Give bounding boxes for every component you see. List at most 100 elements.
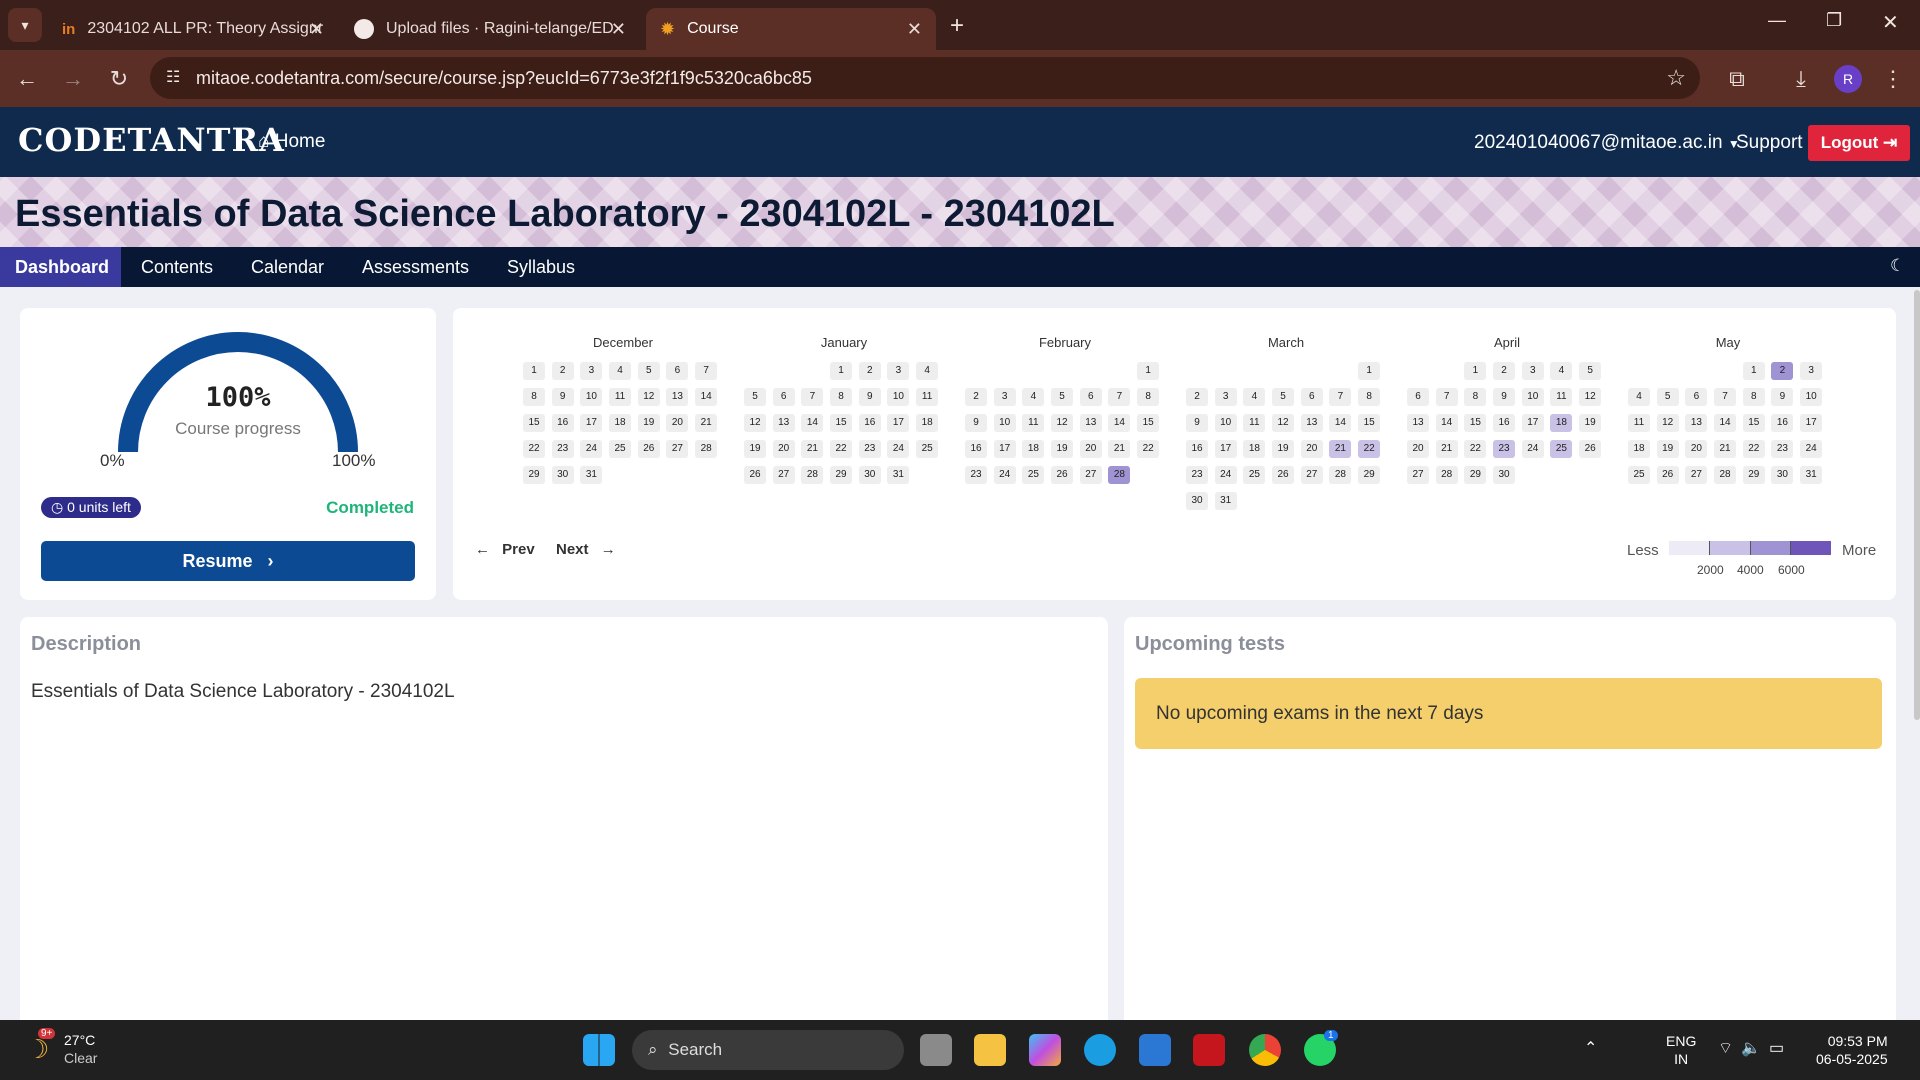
tab-assessments[interactable]: Assessments bbox=[347, 247, 484, 287]
day-cell[interactable]: 25 bbox=[916, 440, 939, 458]
windows-start-icon[interactable] bbox=[583, 1034, 615, 1066]
day-cell[interactable]: 16 bbox=[1771, 414, 1794, 432]
day-cell[interactable]: 28 bbox=[1435, 466, 1458, 484]
bookmark-star-icon[interactable]: ☆ bbox=[1666, 57, 1686, 99]
day-cell[interactable]: 28 bbox=[1714, 466, 1737, 484]
day-cell[interactable]: 28 bbox=[695, 440, 718, 458]
day-cell[interactable]: 17 bbox=[1800, 414, 1823, 432]
day-cell[interactable]: 2 bbox=[965, 388, 987, 406]
day-cell[interactable]: 18 bbox=[1022, 440, 1045, 458]
day-cell[interactable]: 1 bbox=[1358, 362, 1381, 380]
day-cell[interactable]: 1 bbox=[1464, 362, 1487, 380]
close-icon[interactable]: ✕ bbox=[309, 19, 324, 40]
tray-chevron-icon[interactable]: ⌃ bbox=[1584, 1038, 1597, 1058]
day-cell[interactable]: 22 bbox=[1464, 440, 1487, 458]
day-cell[interactable]: 19 bbox=[637, 414, 660, 432]
home-link[interactable]: ⌂ Home bbox=[258, 131, 325, 153]
day-cell[interactable]: 19 bbox=[1272, 440, 1295, 458]
day-cell[interactable]: 17 bbox=[1214, 440, 1237, 458]
day-cell[interactable]: 7 bbox=[695, 362, 718, 380]
day-cell[interactable]: 5 bbox=[744, 388, 766, 406]
url-bar[interactable]: ☷ mitaoe.codetantra.com/secure/course.js… bbox=[150, 57, 1700, 99]
day-cell[interactable]: 27 bbox=[772, 466, 795, 484]
day-cell[interactable]: 4 bbox=[1022, 388, 1045, 406]
day-cell[interactable]: 8 bbox=[1464, 388, 1487, 406]
day-cell[interactable]: 9 bbox=[965, 414, 987, 432]
day-cell[interactable]: 6 bbox=[772, 388, 795, 406]
day-cell[interactable]: 14 bbox=[1714, 414, 1737, 432]
day-cell[interactable]: 23 bbox=[1771, 440, 1794, 458]
day-cell[interactable]: 15 bbox=[1137, 414, 1160, 432]
day-cell[interactable]: 1 bbox=[1742, 362, 1765, 380]
day-cell[interactable]: 2 bbox=[858, 362, 881, 380]
day-cell[interactable]: 4 bbox=[609, 362, 632, 380]
store-icon[interactable] bbox=[1139, 1034, 1171, 1066]
day-cell[interactable]: 28 bbox=[801, 466, 824, 484]
profile-avatar[interactable]: R bbox=[1834, 65, 1862, 93]
day-cell[interactable]: 26 bbox=[744, 466, 766, 484]
day-cell[interactable]: 4 bbox=[1243, 388, 1266, 406]
day-cell[interactable]: 4 bbox=[916, 362, 939, 380]
day-cell[interactable]: 7 bbox=[1329, 388, 1352, 406]
extensions-icon[interactable]: ⧉ bbox=[1722, 64, 1752, 94]
copilot-icon[interactable] bbox=[1029, 1034, 1061, 1066]
day-cell[interactable]: 10 bbox=[887, 388, 910, 406]
menu-kebab-icon[interactable]: ⋮ bbox=[1878, 64, 1908, 94]
edge-icon[interactable] bbox=[1084, 1034, 1116, 1066]
network-volume-battery[interactable]: ⌔🔈▭ bbox=[1718, 1038, 1792, 1058]
day-cell[interactable]: 14 bbox=[801, 414, 824, 432]
day-cell[interactable]: 1 bbox=[1137, 362, 1160, 380]
tab-search-button[interactable]: ▾ bbox=[8, 8, 42, 42]
weather-widget[interactable]: ☽ 9+ 27°C Clear bbox=[22, 1028, 112, 1070]
day-cell[interactable]: 19 bbox=[1051, 440, 1074, 458]
day-cell[interactable]: 11 bbox=[609, 388, 632, 406]
day-cell[interactable]: 13 bbox=[1407, 414, 1429, 432]
day-cell[interactable]: 13 bbox=[1685, 414, 1708, 432]
day-cell[interactable]: 9 bbox=[1493, 388, 1516, 406]
day-cell[interactable]: 30 bbox=[1186, 492, 1208, 510]
day-cell[interactable]: 28 bbox=[1108, 466, 1131, 484]
day-cell[interactable]: 20 bbox=[666, 414, 689, 432]
day-cell[interactable]: 9 bbox=[551, 388, 574, 406]
day-cell[interactable]: 18 bbox=[1550, 414, 1573, 432]
taskbar-search[interactable]: ⌕ Search bbox=[632, 1030, 904, 1070]
day-cell[interactable]: 21 bbox=[695, 414, 718, 432]
day-cell[interactable]: 6 bbox=[666, 362, 689, 380]
day-cell[interactable]: 24 bbox=[993, 466, 1016, 484]
day-cell[interactable]: 8 bbox=[1137, 388, 1160, 406]
minimize-button[interactable]: — bbox=[1768, 10, 1786, 31]
day-cell[interactable]: 20 bbox=[1407, 440, 1429, 458]
day-cell[interactable]: 3 bbox=[580, 362, 603, 380]
day-cell[interactable]: 15 bbox=[523, 414, 545, 432]
day-cell[interactable]: 26 bbox=[1272, 466, 1295, 484]
day-cell[interactable]: 24 bbox=[580, 440, 603, 458]
day-cell[interactable]: 8 bbox=[830, 388, 853, 406]
day-cell[interactable]: 6 bbox=[1079, 388, 1102, 406]
day-cell[interactable]: 5 bbox=[1051, 388, 1074, 406]
day-cell[interactable]: 26 bbox=[1051, 466, 1074, 484]
day-cell[interactable]: 14 bbox=[1329, 414, 1352, 432]
day-cell[interactable]: 24 bbox=[1521, 440, 1544, 458]
day-cell[interactable]: 11 bbox=[1550, 388, 1573, 406]
day-cell[interactable]: 7 bbox=[1108, 388, 1131, 406]
day-cell[interactable]: 20 bbox=[1300, 440, 1323, 458]
day-cell[interactable]: 18 bbox=[916, 414, 939, 432]
day-cell[interactable]: 16 bbox=[1493, 414, 1516, 432]
day-cell[interactable]: 24 bbox=[1214, 466, 1237, 484]
day-cell[interactable]: 3 bbox=[1214, 388, 1237, 406]
dark-mode-icon[interactable]: ☾ bbox=[1890, 256, 1905, 276]
day-cell[interactable]: 17 bbox=[887, 414, 910, 432]
day-cell[interactable]: 27 bbox=[1079, 466, 1102, 484]
day-cell[interactable]: 22 bbox=[1742, 440, 1765, 458]
day-cell[interactable]: 24 bbox=[1800, 440, 1823, 458]
day-cell[interactable]: 12 bbox=[1272, 414, 1295, 432]
day-cell[interactable]: 18 bbox=[609, 414, 632, 432]
day-cell[interactable]: 25 bbox=[609, 440, 632, 458]
day-cell[interactable]: 2 bbox=[1771, 362, 1794, 380]
day-cell[interactable]: 23 bbox=[858, 440, 881, 458]
browser-tab[interactable]: Upload files · Ragini-telange/ED ✕ bbox=[340, 8, 640, 50]
day-cell[interactable]: 16 bbox=[1186, 440, 1208, 458]
day-cell[interactable]: 14 bbox=[695, 388, 718, 406]
support-link[interactable]: Support bbox=[1736, 132, 1803, 154]
day-cell[interactable]: 13 bbox=[772, 414, 795, 432]
